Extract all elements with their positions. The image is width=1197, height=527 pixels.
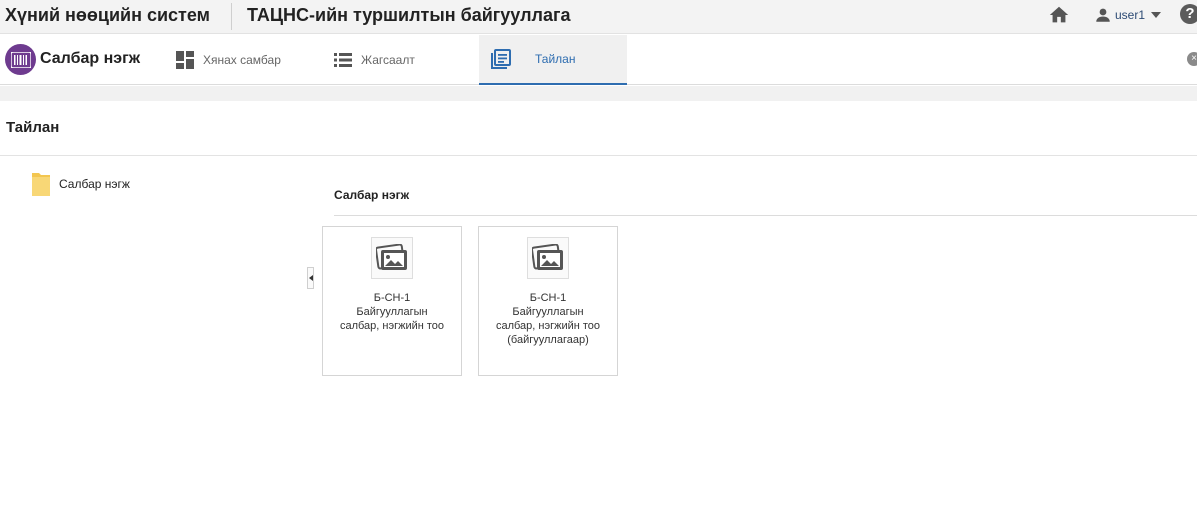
report-card-title: Б-СН-1 Байгууллагын салбар, нэгжийн тоо … [483,291,613,347]
close-tabs-button[interactable]: × [1187,52,1197,66]
top-header: Хүний нөөцийн систем ТАЦНС-ийн туршилтын… [0,0,1197,34]
tab-report-label: Тайлан [535,52,576,66]
image-icon [376,244,407,270]
report-title-line: (байгууллагаар) [507,334,589,346]
home-icon [1049,6,1069,23]
module-logo [5,44,36,75]
report-title-line: Байгууллагын [512,306,584,318]
sidebar-collapse-handle[interactable] [307,267,314,289]
report-thumbnail [371,237,413,279]
tab-list[interactable]: Жагсаалт [334,35,474,85]
page-title: Тайлан [6,119,60,136]
module-navbar: Салбар нэгж Хянах самбар Жагсаалт Тайлан… [0,35,1197,85]
user-menu-button[interactable]: user1 [1094,4,1162,26]
app-title: Хүний нөөцийн систем [5,5,210,25]
page-title-divider [0,155,1197,156]
report-card[interactable]: Б-СН-1 Байгууллагын салбар, нэгжийн тоо … [478,226,618,376]
user-name: user1 [1115,8,1146,22]
report-title-line: Байгууллагын [356,306,428,318]
dashboard-icon [176,51,194,69]
title-divider [231,3,232,30]
report-icon [491,49,511,69]
report-title-line: салбар, нэгжийн тоо [495,320,601,332]
report-card[interactable]: Б-СН-1 Байгууллагын салбар, нэгжийн тоо [322,226,462,376]
tab-list-label: Жагсаалт [361,53,415,67]
report-card-title: Б-СН-1 Байгууллагын салбар, нэгжийн тоо [327,291,457,333]
list-icon [334,53,352,67]
report-section-title: Салбар нэгж [334,188,410,202]
report-thumbnail [527,237,569,279]
report-section-divider [334,215,1197,216]
chevron-down-icon [1151,12,1162,18]
image-icon [532,244,563,270]
report-code: Б-СН-1 [529,292,567,304]
barcode-icon [10,51,31,68]
tab-dashboard[interactable]: Хянах самбар [176,35,316,85]
tree-item-folder[interactable]: Салбар нэгж [31,170,130,198]
module-name: Салбар нэгж [40,50,141,67]
report-title-line: салбар, нэгжийн тоо [339,320,445,332]
tab-report[interactable]: Тайлан [479,35,627,85]
tab-dashboard-label: Хянах самбар [203,53,281,67]
home-button[interactable] [1048,4,1070,26]
chevron-left-icon [308,275,313,281]
help-button[interactable]: ? [1180,4,1197,24]
report-code: Б-СН-1 [373,292,411,304]
folder-icon [32,173,50,196]
user-icon [1096,8,1110,22]
content-top-strip [0,86,1197,101]
organization-title: ТАЦНС-ийн туршилтын байгууллага [247,5,571,25]
tree-item-label: Салбар нэгж [59,177,130,191]
